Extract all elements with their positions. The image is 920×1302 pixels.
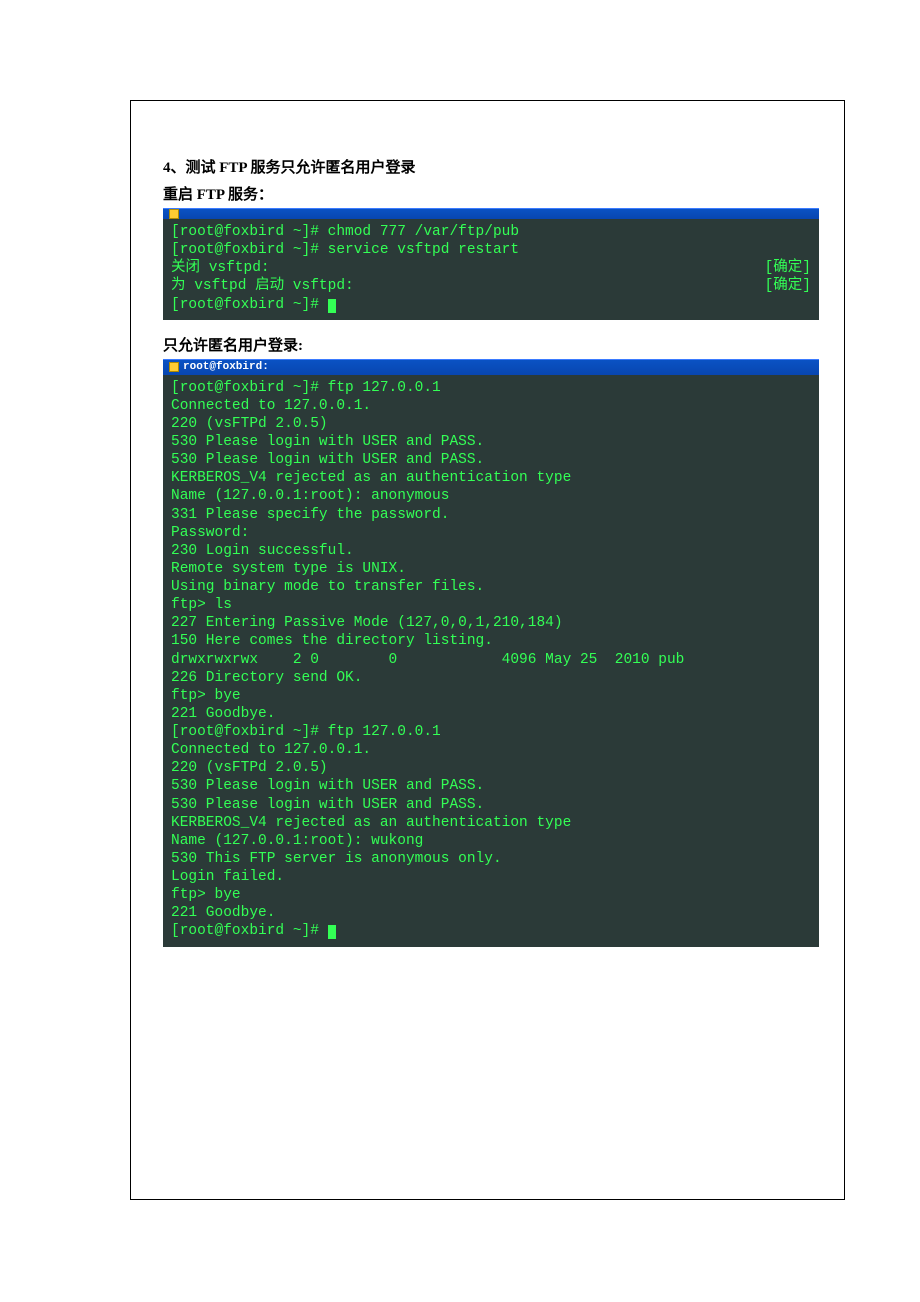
page: 4、测试 FTP 服务只允许匿名用户登录 重启 FTP 服务： [root@fo… [0,0,920,1280]
term2-line: 331 Please specify the password. [171,507,449,523]
term2-line: 530 Please login with USER and PASS. [171,778,484,794]
terminal-anon-login: root@foxbird: [root@foxbird ~]# ftp 127.… [163,359,819,947]
term2-prompt: [root@foxbird ~]# [171,923,328,939]
term2-line: 227 Entering Passive Mode (127,0,0,1,210… [171,615,563,631]
term1-line-left: 关闭 vsftpd: [171,259,270,277]
term2-line: 150 Here comes the directory listing. [171,633,493,649]
terminal-title-text: root@foxbird: [183,361,269,373]
term2-line: 220 (vsFTPd 2.0.5) [171,416,328,432]
term2-line: Name (127.0.0.1:root): anonymous [171,488,449,504]
section-heading: 4、测试 FTP 服务只允许匿名用户登录 [163,156,819,177]
term2-line: drwxrwxrwx 2 0 0 4096 May 25 2010 pub [171,652,684,668]
terminal-titlebar: root@foxbird: [163,359,819,375]
term2-line: Name (127.0.0.1:root): wukong [171,833,423,849]
term2-line: 221 Goodbye. [171,905,275,921]
cursor-icon [328,925,336,939]
term2-line: 220 (vsFTPd 2.0.5) [171,760,328,776]
terminal-body: [root@foxbird ~]# chmod 777 /var/ftp/pub… [163,219,819,320]
term2-line: ftp> bye [171,688,241,704]
term1-line: [root@foxbird ~]# service vsftpd restart [171,242,519,258]
term2-line: ftp> bye [171,887,241,903]
terminal-titlebar [163,208,819,219]
term2-line: Using binary mode to transfer files. [171,579,484,595]
term1-line-right: [确定] [765,277,811,295]
putty-icon [169,362,179,372]
term2-line: 530 Please login with USER and PASS. [171,797,484,813]
cursor-icon [328,299,336,313]
term1-prompt: [root@foxbird ~]# [171,297,328,313]
term2-line: 530 This FTP server is anonymous only. [171,851,502,867]
terminal-restart: [root@foxbird ~]# chmod 777 /var/ftp/pub… [163,208,819,320]
term1-line-right: [确定] [765,259,811,277]
term2-line: 226 Directory send OK. [171,670,362,686]
term2-line: 230 Login successful. [171,543,354,559]
term2-line: Login failed. [171,869,284,885]
putty-icon [169,209,179,219]
term1-line-left: 为 vsftpd 启动 vsftpd: [171,277,354,295]
term2-line: Connected to 127.0.0.1. [171,742,371,758]
term2-line: [root@foxbird ~]# ftp 127.0.0.1 [171,724,441,740]
terminal-body: [root@foxbird ~]# ftp 127.0.0.1 Connecte… [163,375,819,947]
subheading-anon: 只允许匿名用户登录: [163,334,819,355]
term2-line: KERBEROS_V4 rejected as an authenticatio… [171,470,571,486]
term2-line: KERBEROS_V4 rejected as an authenticatio… [171,815,571,831]
term2-line: 530 Please login with USER and PASS. [171,434,484,450]
term2-line: Password: [171,525,249,541]
term2-line: ftp> ls [171,597,232,613]
page-frame: 4、测试 FTP 服务只允许匿名用户登录 重启 FTP 服务： [root@fo… [130,100,845,1200]
term1-line: [root@foxbird ~]# chmod 777 /var/ftp/pub [171,224,519,240]
term2-line: Remote system type is UNIX. [171,561,406,577]
term2-line: [root@foxbird ~]# ftp 127.0.0.1 [171,380,441,396]
subheading-restart: 重启 FTP 服务： [163,183,819,204]
term2-line: 221 Goodbye. [171,706,275,722]
term2-line: 530 Please login with USER and PASS. [171,452,484,468]
term2-line: Connected to 127.0.0.1. [171,398,371,414]
